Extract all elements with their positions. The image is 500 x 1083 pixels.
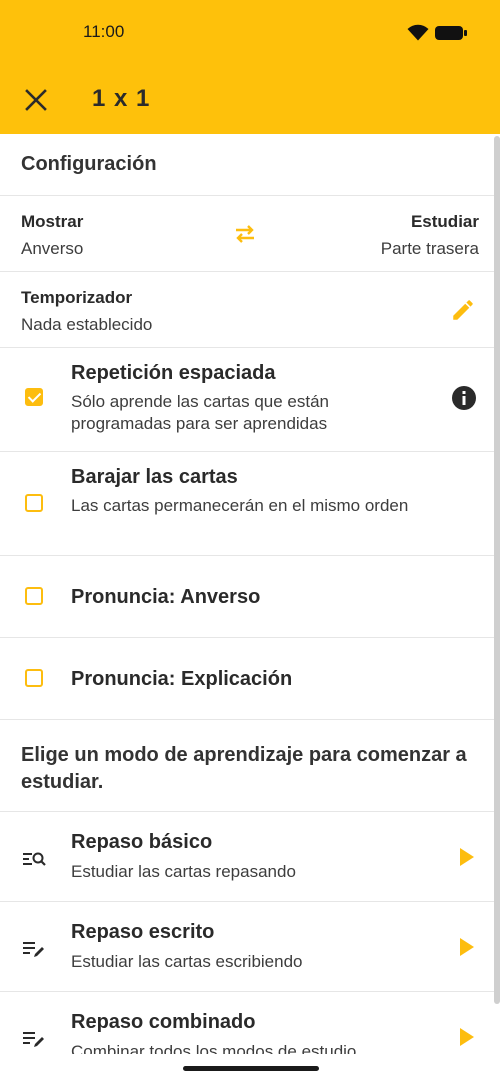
timer-label: Temporizador (21, 288, 133, 307)
pronounce-explanation-text: Pronuncia: Explicación (71, 668, 431, 691)
option-shuffle[interactable]: Barajar las cartas Las cartas permanecer… (0, 452, 494, 556)
scrollbar[interactable] (494, 136, 500, 1004)
mode-combined-review[interactable]: Repaso combinado Combinar todos los modo… (0, 992, 494, 1054)
option-pronounce-explanation[interactable]: Pronuncia: Explicación (0, 638, 494, 720)
option-desc: Las cartas permanecerán en el mismo orde… (71, 496, 409, 515)
content-list[interactable]: Configuración Mostrar Anverso Estudiar P… (0, 134, 494, 1054)
pronounce-front-text: Pronuncia: Anverso (71, 586, 431, 609)
shuffle-checkbox[interactable] (25, 494, 43, 512)
spaced-repetition-text: Repetición espaciada Sólo aprende las ca… (71, 362, 431, 435)
mode-desc: Estudiar las cartas escribiendo (71, 952, 303, 971)
option-title: Pronuncia: Explicación (71, 668, 293, 690)
play-icon[interactable] (460, 938, 474, 956)
mode-text: Repaso básico Estudiar las cartas repasa… (71, 831, 296, 882)
edit-list-icon (23, 942, 44, 957)
option-desc: Sólo aprende las cartas que están progra… (71, 392, 330, 433)
pencil-icon[interactable] (450, 297, 476, 323)
mode-text: Repaso combinado Combinar todos los modo… (71, 1011, 356, 1054)
battery-icon (435, 25, 467, 40)
option-title: Barajar las cartas (71, 466, 238, 488)
shuffle-text: Barajar las cartas Las cartas permanecer… (71, 466, 431, 517)
spaced-repetition-checkbox[interactable] (25, 388, 43, 406)
timer-row[interactable]: Temporizador Nada establecido (0, 272, 494, 348)
option-title: Pronuncia: Anverso (71, 586, 261, 608)
wifi-icon (407, 24, 429, 41)
study-value: Parte trasera (380, 239, 479, 258)
mode-desc: Combinar todos los modos de estudio (71, 1042, 357, 1054)
pronounce-front-checkbox[interactable] (25, 587, 43, 605)
status-time: 11:00 (83, 22, 125, 41)
modes-heading: Elige un modo de aprendizaje para comenz… (0, 720, 494, 812)
timer-value: Nada establecido (21, 315, 153, 334)
home-indicator[interactable] (183, 1066, 319, 1071)
config-heading: Configuración (0, 134, 494, 196)
close-icon[interactable] (22, 86, 50, 114)
mode-title: Repaso escrito (71, 921, 215, 943)
study-setting[interactable]: Estudiar Parte trasera (381, 212, 479, 259)
option-pronounce-front[interactable]: Pronuncia: Anverso (0, 556, 494, 638)
mode-text: Repaso escrito Estudiar las cartas escri… (71, 921, 303, 972)
pronounce-explanation-checkbox[interactable] (25, 669, 43, 687)
mode-basic-review[interactable]: Repaso básico Estudiar las cartas repasa… (0, 812, 494, 902)
study-label: Estudiar (410, 212, 479, 231)
search-list-icon (23, 852, 46, 866)
swap-icon[interactable] (232, 222, 258, 246)
mode-desc: Estudiar las cartas repasando (71, 862, 296, 881)
show-value: Anverso (21, 239, 84, 258)
option-spaced-repetition[interactable]: Repetición espaciada Sólo aprende las ca… (0, 348, 494, 452)
status-icons (407, 24, 467, 41)
combined-list-icon (23, 1032, 44, 1047)
app-bar: 11:00 1 x 1 (0, 0, 500, 134)
play-icon[interactable] (460, 848, 474, 866)
mode-written-review[interactable]: Repaso escrito Estudiar las cartas escri… (0, 902, 494, 992)
mode-title: Repaso combinado (71, 1011, 256, 1033)
option-title: Repetición espaciada (71, 362, 276, 384)
play-icon[interactable] (460, 1028, 474, 1046)
info-icon[interactable] (451, 385, 477, 411)
show-label: Mostrar (21, 212, 84, 231)
mode-title: Repaso básico (71, 831, 213, 853)
page-title: 1 x 1 (92, 85, 151, 112)
show-setting[interactable]: Mostrar Anverso (21, 212, 83, 259)
show-study-row[interactable]: Mostrar Anverso Estudiar Parte trasera (0, 196, 494, 272)
timer-text: Temporizador Nada establecido (21, 288, 152, 335)
